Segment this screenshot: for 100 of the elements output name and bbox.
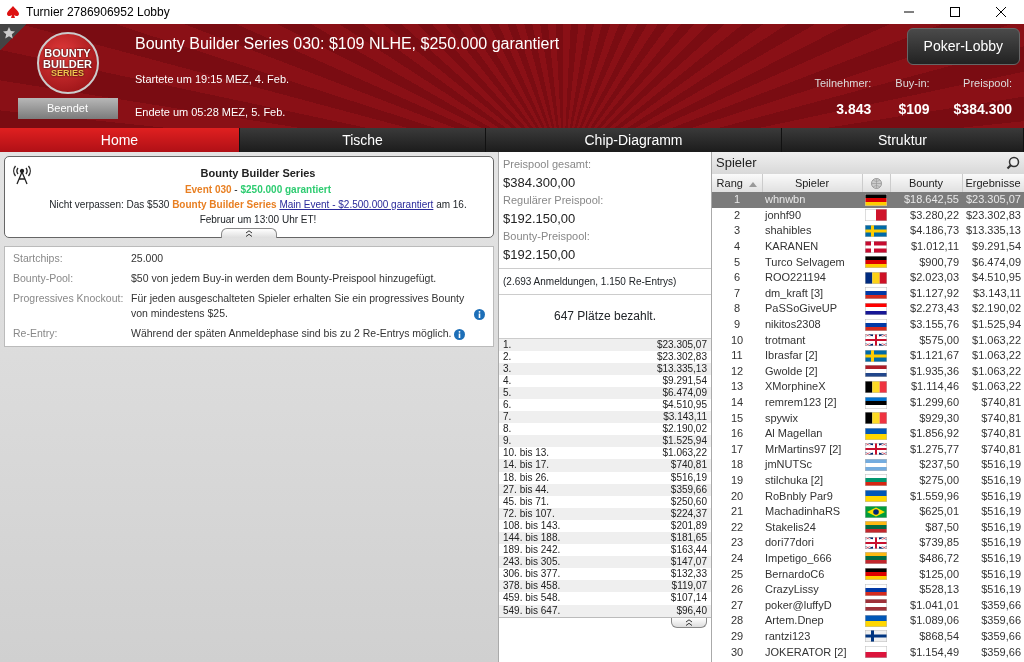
table-row[interactable]: 12 Gwolde [2] $1.935,36 $1.063,22 [712, 363, 1024, 380]
prize-amount: $23.305,07 [656, 338, 707, 351]
pool-value: $384.300,00 [503, 173, 577, 192]
tab[interactable]: Chip-Diagramm [486, 128, 782, 152]
table-row[interactable]: 11 Ibrasfar [2] $1.121,67 $1.063,22 [712, 347, 1024, 364]
result-cell-text: $9.291,54 [971, 239, 1022, 255]
search-icon[interactable] [1006, 156, 1020, 170]
flag-icon [865, 365, 887, 378]
table-row[interactable]: 15 spywix $929,30 $740,81 [712, 410, 1024, 426]
table-row[interactable]: 30 JOKERATOR [2] $1.154,49 $359,66 [712, 644, 1024, 660]
stat-value: $384.300 [953, 100, 1012, 119]
event-link[interactable]: Main Event - $2.500.000 garantiert [279, 198, 434, 210]
table-row[interactable]: 3 shahibles $4.186,73 $13.335,13 [712, 223, 1024, 239]
prize-amount: $132,33 [670, 568, 707, 581]
table-row[interactable]: 17 MrMartins97 [2] $1.275,77 $740,81 [712, 441, 1024, 458]
tab[interactable]: Tische [240, 128, 486, 152]
flag-icon [865, 505, 887, 518]
result-cell-text: $3.143,11 [971, 285, 1022, 301]
table-row[interactable]: 23 dori77dori $739,85 $516,19 [712, 535, 1024, 551]
player-name: MrMartins97 [2] [764, 441, 843, 457]
prize-amount: $1.525,94 [662, 435, 707, 448]
chevron-up-icon [685, 618, 693, 626]
table-row[interactable]: 20 RoBnbly Par9 $1.559,96 $516,19 [712, 488, 1024, 504]
table-row[interactable]: 29 rantzi123 $868,54 $359,66 [712, 628, 1024, 645]
table-row[interactable]: 8 PaSSoGiveUP $2.273,43 $2.190,02 [712, 301, 1024, 317]
table-row[interactable]: 18 jmNUTSc $237,50 $516,19 [712, 457, 1024, 473]
column-header[interactable]: Ergebnisse [962, 174, 1024, 192]
table-row[interactable]: 22 Stakelis24 $87,50 $516,19 [712, 519, 1024, 536]
player-name: jonhf90 [762, 207, 862, 224]
poker-lobby-button[interactable]: Poker-Lobby [906, 28, 1020, 65]
column-header[interactable]: Spieler [762, 174, 862, 192]
collapse-button[interactable] [671, 617, 707, 628]
column-header[interactable]: Rang [712, 174, 762, 192]
info-icon[interactable] [474, 309, 485, 320]
table-row[interactable]: 25 BernardoC6 $125,00 $516,19 [712, 566, 1024, 582]
prize-place: 1. [503, 338, 512, 351]
table-row[interactable]: 21 MachadinhaRS $625,01 $516,19 [712, 503, 1024, 520]
tournament-title: Bounty Builder Series 030: $109 NLHE, $250.000 garantiert [135, 34, 561, 54]
table-row[interactable]: 19 stilchuka [2] $275,00 $516,19 [712, 472, 1024, 489]
flag-icon [865, 490, 887, 503]
bounty-cell-text: $575,00 [918, 332, 960, 348]
table-row[interactable]: 16 Al Magellan $1.856,92 $740,81 [712, 425, 1024, 442]
table-row[interactable]: 1 whnwbn $18.642,55 $23.305,07 [712, 192, 1024, 208]
prize-amount: $23.302,83 [656, 350, 707, 363]
flag-icon [865, 209, 887, 222]
flag-icon [865, 630, 887, 643]
table-row[interactable]: 9 nikitos2308 $3.155,76 $1.525,94 [712, 316, 1024, 333]
info-value: Für jeden ausgeschalteten Spieler erhalten Sie ein progressives Bounty von mindestens $25. [131, 290, 466, 322]
logo-text: SERIES [51, 69, 84, 78]
flag-icon [865, 458, 887, 471]
rank-cell-text: 27 [729, 597, 745, 613]
stat-value: 3.843 [836, 100, 872, 119]
table-row[interactable]: 27 poker@luffyD $1.041,01 $359,66 [712, 597, 1024, 614]
prize-amount: $6.474,09 [662, 386, 707, 399]
info-icon[interactable] [454, 328, 466, 340]
player-name: MachadinhaRS [764, 504, 842, 520]
prize-amount: $9.291,54 [662, 374, 707, 387]
player-name: poker@luffyD [764, 597, 833, 613]
player-name: rantzi123 [764, 628, 812, 644]
table-row[interactable]: 6 ROO221194 $2.023,03 $4.510,95 [712, 269, 1024, 286]
flag-icon [865, 380, 887, 393]
result-cell-text: $1.063,22 [971, 379, 1022, 395]
result-cell-text: $740,81 [980, 395, 1022, 410]
rank-cell-text: 25 [729, 566, 745, 582]
pool-value: $192.150,00 [503, 209, 577, 228]
table-row[interactable]: 7 dm_kraft [3] $1.127,92 $3.143,11 [712, 285, 1024, 302]
bounty-cell-text: $2.023,03 [909, 270, 960, 286]
table-row[interactable]: 28 Artem.Dnep $1.089,06 $359,66 [712, 613, 1024, 629]
table-row[interactable]: 13 XMorphineX $1.114,46 $1.063,22 [712, 379, 1024, 395]
flag-icon [865, 225, 887, 237]
star-corner[interactable] [0, 24, 26, 50]
flag-icon [865, 568, 887, 581]
info-label: Progressives Knockout: [13, 290, 125, 306]
result-cell: $23.305,07 [962, 192, 1024, 208]
prize-place: 144. bis 188. [503, 532, 561, 545]
bounty-cell-text: $3.155,76 [909, 317, 960, 333]
collapse-button[interactable] [221, 228, 277, 238]
bounty-cell: $3.280,22 [890, 207, 962, 224]
table-row[interactable]: 24 Impetigo_666 $486,72 $516,19 [712, 550, 1024, 567]
prize-place: 7. [503, 411, 512, 424]
table-row[interactable]: 10 trotmant $575,00 $1.063,22 [712, 332, 1024, 348]
tab[interactable]: Struktur [782, 128, 1024, 152]
column-header[interactable]: Bounty [890, 174, 962, 192]
table-row[interactable]: 26 CrazyLissy $528,13 $516,19 [712, 581, 1024, 598]
star-icon [2, 26, 16, 40]
player-name: CrazyLissy [764, 582, 820, 598]
flag-icon [865, 521, 887, 534]
table-row[interactable]: 4 KARANEN $1.012,11 $9.291,54 [712, 238, 1024, 255]
bounty-cell-text: $1.127,92 [909, 285, 960, 301]
start-time: Startete um 19:15 MEZ, 4. Feb. [135, 72, 291, 87]
table-row[interactable]: 14 remrem123 [2] $1.299,60 $740,81 [712, 394, 1024, 411]
table-row[interactable]: 5 Turco Selvagem $900,79 $6.474,09 [712, 254, 1024, 270]
players-heading: Spieler [716, 154, 757, 173]
paid-places-text: 647 Plätze bezahlt. [553, 308, 657, 325]
table-row[interactable]: 2 jonhf90 $3.280,22 $23.302,83 [712, 207, 1024, 224]
tab[interactable]: Home [0, 128, 240, 152]
prize-amount: $1.063,22 [662, 447, 707, 460]
player-name: PaSSoGiveUP [764, 301, 839, 317]
rank-cell-text: 11 [730, 348, 744, 364]
result-cell-text: $740,81 [980, 426, 1022, 442]
